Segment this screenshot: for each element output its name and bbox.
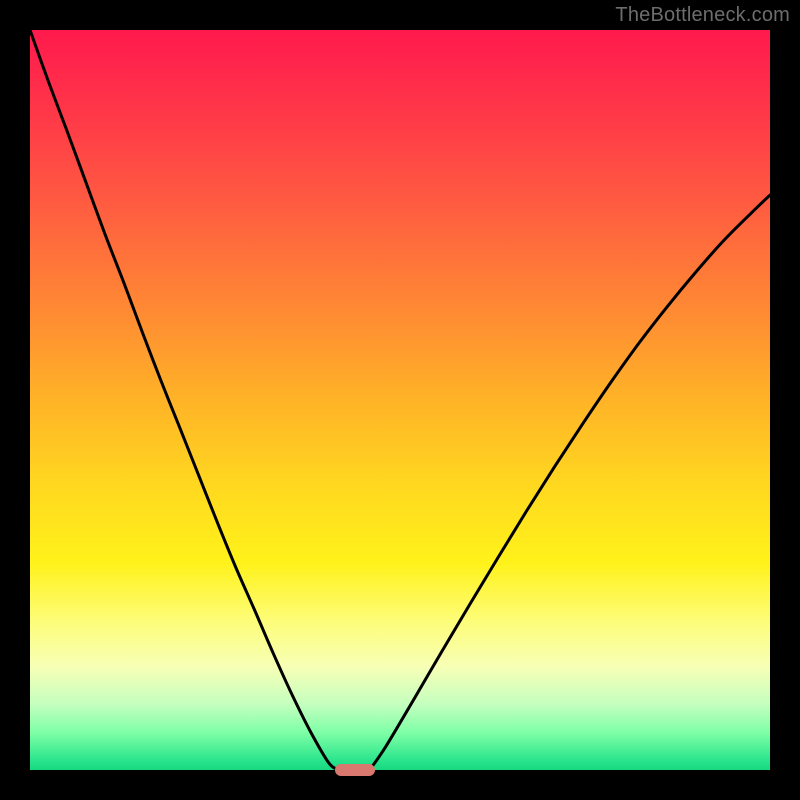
plot-area <box>30 30 770 770</box>
curve-left <box>30 30 342 770</box>
watermark-text: TheBottleneck.com <box>615 4 790 27</box>
bottleneck-marker <box>335 764 375 776</box>
chart-stage: TheBottleneck.com <box>0 0 800 800</box>
curve-right <box>370 195 770 770</box>
curves-svg <box>30 30 770 770</box>
